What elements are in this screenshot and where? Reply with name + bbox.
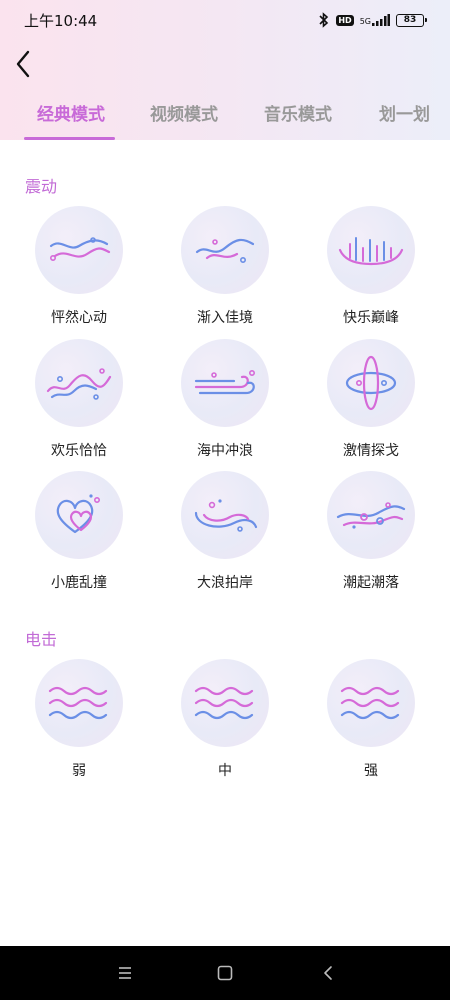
mode-item-weak[interactable]: 弱	[19, 659, 139, 780]
mode-label: 激情探戈	[343, 443, 399, 459]
hd-badge: HD	[336, 14, 354, 26]
orbit-icon	[345, 355, 397, 411]
mode-item-fawn[interactable]: 小鹿乱撞	[19, 471, 139, 592]
system-nav-bar	[0, 946, 450, 1000]
mode-item-heartbeat[interactable]: 怦然心动	[19, 206, 139, 327]
mode-label: 强	[364, 763, 378, 779]
triple-wave-icon	[48, 686, 108, 720]
back-triangle-icon	[324, 966, 332, 980]
mode-item-tango[interactable]: 激情探戈	[311, 339, 431, 460]
mode-item-peak[interactable]: 快乐巅峰	[311, 206, 431, 327]
mode-label: 快乐巅峰	[343, 310, 399, 326]
home-square-icon	[217, 965, 233, 981]
active-tab-indicator	[24, 137, 115, 140]
tab-video[interactable]: 视频模式	[150, 96, 218, 140]
tab-music[interactable]: 音乐模式	[264, 96, 332, 140]
tide-icon	[336, 502, 406, 529]
mode-label: 小鹿乱撞	[51, 575, 107, 591]
mode-icon-circle	[327, 659, 415, 747]
mode-icon-circle	[35, 659, 123, 747]
signal-icon	[372, 14, 390, 26]
triple-wave-icon	[194, 686, 254, 720]
tab-classic[interactable]: 经典模式	[37, 96, 105, 140]
mode-item-tide[interactable]: 潮起潮落	[311, 471, 431, 592]
big-wave-icon	[194, 499, 258, 532]
mode-icon-circle	[181, 206, 269, 294]
bluetooth-icon	[318, 12, 330, 28]
mode-label: 中	[218, 763, 232, 779]
menu-button[interactable]	[115, 963, 135, 983]
status-bar: 上午10:44 HD 5G 83	[0, 0, 450, 40]
mode-item-gradual[interactable]: 渐入佳境	[165, 206, 285, 327]
mode-label: 潮起潮落	[343, 575, 399, 591]
mode-icon-circle	[35, 471, 123, 559]
battery-indicator: 83	[396, 13, 427, 27]
back-button[interactable]	[8, 46, 38, 82]
wave-gradual-icon	[195, 238, 255, 263]
mode-item-surf[interactable]: 海中冲浪	[165, 339, 285, 460]
mode-icon-circle	[181, 471, 269, 559]
mode-icon-circle	[327, 206, 415, 294]
home-button[interactable]	[215, 963, 235, 983]
wave-heartbeat-icon	[49, 237, 111, 261]
mode-label: 怦然心动	[51, 310, 107, 326]
status-time: 上午10:44	[24, 11, 98, 30]
triple-wave-icon	[340, 686, 400, 720]
menu-icon	[119, 967, 131, 979]
section-title-shock: 电击	[25, 630, 58, 649]
signal-group: 5G	[360, 14, 390, 26]
wind-surf-icon	[194, 370, 255, 395]
mode-item-dance[interactable]: 欢乐恰恰	[19, 339, 139, 460]
mode-icon-circle	[181, 339, 269, 427]
back-nav-button[interactable]	[318, 963, 338, 983]
wave-dance-icon	[46, 368, 112, 400]
mode-icon-circle	[35, 206, 123, 294]
section-title-vibration: 震动	[25, 177, 58, 196]
mode-label: 海中冲浪	[197, 443, 253, 459]
tab-swipe[interactable]: 划一划	[379, 96, 430, 140]
mode-item-strong[interactable]: 强	[311, 659, 431, 780]
mode-label: 弱	[72, 763, 86, 779]
chevron-left-icon	[16, 50, 30, 78]
mode-label: 渐入佳境	[197, 310, 253, 326]
mode-icon-circle	[181, 659, 269, 747]
status-icons: HD 5G 83	[318, 12, 427, 28]
mode-icon-circle	[327, 339, 415, 427]
mode-label: 欢乐恰恰	[51, 443, 107, 459]
mode-icon-circle	[35, 339, 123, 427]
heart-icon	[56, 494, 100, 534]
mode-item-medium[interactable]: 中	[165, 659, 285, 780]
mode-tabs: 经典模式 视频模式 音乐模式 划一划	[0, 96, 450, 140]
mode-icon-circle	[327, 471, 415, 559]
mode-label: 大浪拍岸	[197, 575, 253, 591]
mode-item-bigwave[interactable]: 大浪拍岸	[165, 471, 285, 592]
peak-bars-icon	[338, 237, 404, 266]
network-type: 5G	[359, 17, 371, 26]
